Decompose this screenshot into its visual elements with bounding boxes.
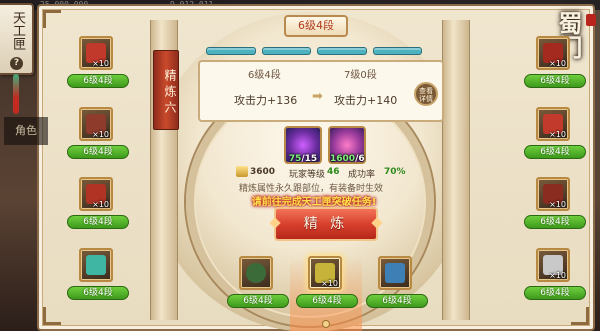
material-pink-gem[interactable]: 1600/6 — [328, 126, 366, 164]
ring-icon — [246, 263, 266, 283]
slot-level: 6级4段 — [67, 286, 129, 300]
pillar-right — [442, 20, 470, 320]
material-need: /6 — [355, 154, 365, 164]
refine-button[interactable]: 精 炼 — [269, 207, 383, 241]
player-level-value: 46 — [327, 167, 340, 177]
slot-qty: ×10 — [549, 271, 566, 280]
slot-qty: ×10 — [92, 130, 109, 139]
from-attack: 攻击力+136 — [234, 94, 298, 107]
equip-slot-right-4[interactable]: ×10 6级4段 — [522, 248, 592, 310]
slot-level: 6级4段 — [67, 215, 129, 229]
slot-level: 6级4段 — [67, 145, 129, 159]
equip-slot-left-1[interactable]: ×10 6级4段 — [65, 36, 135, 98]
slot-qty: ×10 — [92, 200, 109, 209]
equip-slot-bottom-3[interactable]: 6级4段 — [364, 256, 434, 318]
sword-icon — [385, 263, 405, 283]
coin-icon — [236, 166, 248, 177]
arrow-right-icon: ➡ — [312, 89, 323, 104]
refine-button-label: 精 炼 — [303, 216, 349, 232]
progress-segment — [261, 47, 311, 55]
equip-slot-bottom-1[interactable]: 6级4段 — [225, 256, 295, 318]
coin-cost: 3600 — [250, 167, 276, 177]
selection-dot-icon — [322, 320, 330, 328]
success-rate-label: 成功率 — [348, 170, 376, 180]
tab-title: 天工匣 — [10, 11, 25, 50]
progress-segment — [317, 47, 367, 55]
slot-qty: ×10 — [549, 200, 566, 209]
refine-progress — [206, 47, 422, 57]
slot-level: 6级4段 — [227, 294, 289, 308]
slot-level: 6级4段 — [524, 286, 586, 300]
slot-qty: ×10 — [321, 279, 338, 288]
tiangongxia-tab[interactable]: 天工匣 ? — [0, 3, 34, 75]
slot-qty: ×10 — [549, 130, 566, 139]
to-attack: 攻击力+140 — [334, 94, 398, 107]
slot-level: 6级4段 — [366, 294, 428, 308]
from-level: 6级4段 — [248, 70, 281, 81]
amulet-icon — [86, 255, 106, 275]
tassel-decoration — [13, 74, 19, 114]
equip-slot-right-3[interactable]: ×10 6级4段 — [522, 177, 592, 239]
material-have: 1600 — [330, 154, 356, 164]
current-level-label: 6级4段 — [284, 15, 348, 37]
slot-level: 6级4段 — [67, 74, 129, 88]
help-icon[interactable]: ? — [10, 57, 23, 70]
equip-slot-left-4[interactable]: 6级4段 — [65, 248, 135, 310]
progress-segment — [372, 47, 422, 55]
success-rate-value: 70% — [384, 167, 406, 177]
task-hint: 请前往完成天工匣突破任务! — [251, 197, 377, 208]
slot-level: 6级4段 — [524, 74, 586, 88]
equip-slot-right-2[interactable]: ×10 6级4段 — [522, 107, 592, 169]
progress-segment — [206, 47, 256, 55]
stat-comparison: 6级4段 7级0段 攻击力+136 ➡ 攻击力+140 查看详情 — [198, 60, 444, 122]
material-have: 75 — [288, 154, 302, 164]
logo-seal-icon — [586, 14, 596, 26]
slot-qty: ×10 — [549, 59, 566, 68]
equip-slot-left-2[interactable]: ×10 6级4段 — [65, 107, 135, 169]
slot-level: 6级4段 — [296, 294, 358, 308]
slot-level: 6级4段 — [524, 145, 586, 159]
slot-level: 6级4段 — [524, 215, 586, 229]
equip-slot-right-1[interactable]: ×10 6级4段 — [522, 36, 592, 98]
slot-qty: ×10 — [92, 59, 109, 68]
material-purple-gem[interactable]: 75/15 — [284, 126, 322, 164]
refine-banner: 精炼六 — [153, 50, 179, 130]
tab-role[interactable]: 角色 — [4, 117, 48, 145]
view-details-button[interactable]: 查看详情 — [414, 82, 438, 106]
material-need: /15 — [301, 154, 318, 164]
equip-slot-left-3[interactable]: ×10 6级4段 — [65, 177, 135, 239]
player-level-label: 玩家等级 — [289, 170, 326, 180]
to-level: 7级0段 — [344, 70, 377, 81]
equip-slot-bottom-2[interactable]: ×10 6级4段 — [294, 256, 364, 318]
